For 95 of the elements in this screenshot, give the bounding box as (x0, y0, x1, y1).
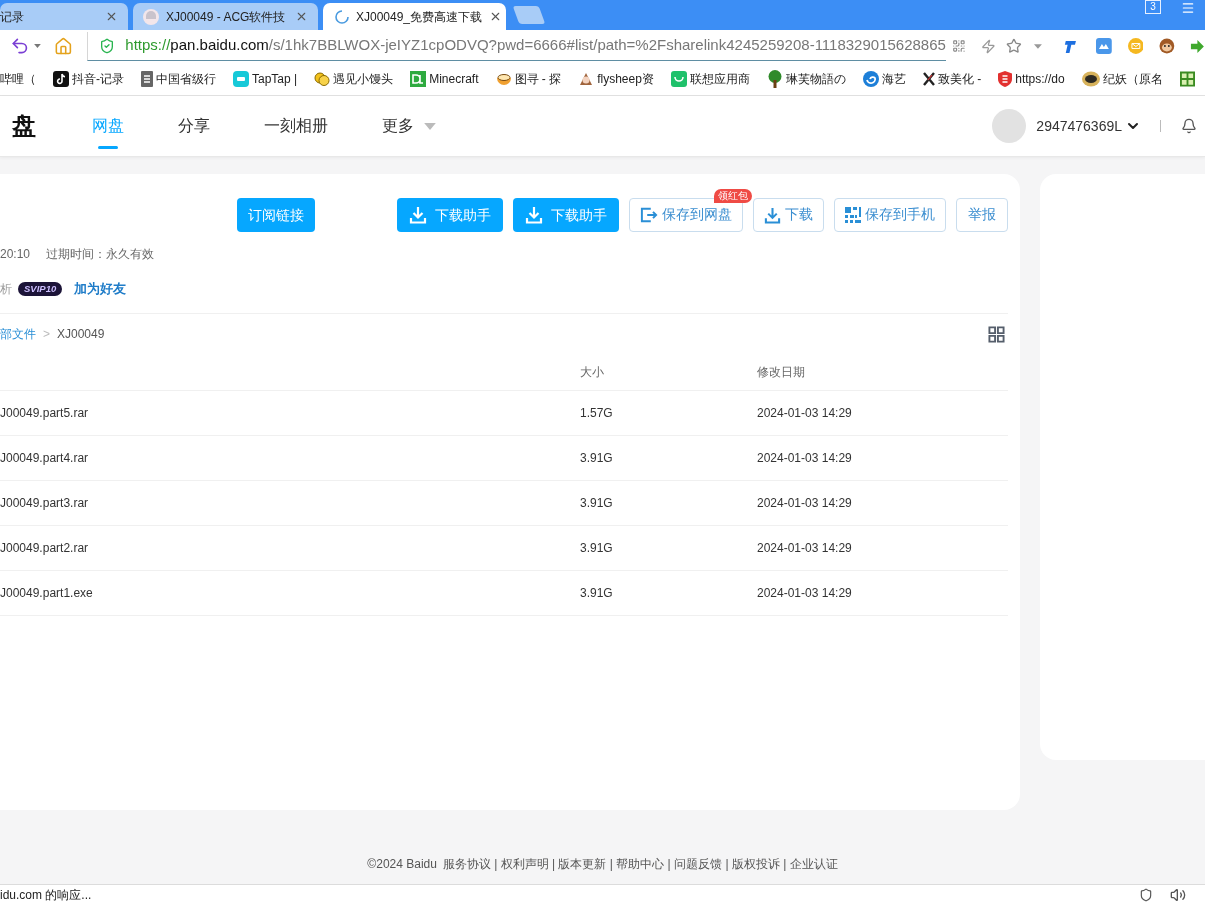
close-icon (105, 10, 118, 23)
round-logo-icon (1081, 70, 1100, 87)
bookmark-link[interactable]: 抖音-记录 (53, 69, 124, 88)
modified-date: 2024-01-03 14:29 (757, 405, 852, 422)
close-icon (295, 10, 308, 23)
bookmark-link[interactable]: 琳芙物語の (766, 69, 846, 88)
bookmark-link[interactable]: https://do (998, 69, 1065, 88)
qr-code-icon (845, 207, 861, 223)
export-icon (640, 207, 658, 223)
caret-icon (33, 44, 41, 48)
document-icon (141, 70, 153, 87)
qr-code-icon[interactable] (951, 39, 966, 53)
grid-view-icon[interactable] (988, 325, 1005, 343)
action-button[interactable]: 下载 (753, 198, 824, 232)
action-button[interactable]: 保存到手机 (834, 198, 946, 232)
bowl-icon (495, 71, 512, 86)
undo-icon[interactable] (10, 36, 30, 56)
file-size: 1.57G (580, 405, 614, 422)
vip-badge: SVIP10 (18, 282, 63, 296)
lightning-icon[interactable] (980, 38, 996, 54)
breadcrumb-separator: > (43, 326, 50, 343)
bookmark-link[interactable]: flysheep资 (578, 69, 654, 88)
column-header[interactable]: 修改日期 (757, 363, 805, 381)
username[interactable]: 2947476369L (1036, 115, 1122, 137)
nav-tab[interactable]: 分享 (178, 95, 210, 157)
modified-date: 2024-01-03 14:29 (757, 540, 852, 557)
download-icon (764, 206, 781, 224)
bookmark-link[interactable]: 哔哩（ (0, 69, 36, 88)
bookmark-link[interactable]: 海艺 (862, 69, 906, 88)
bookmark-link[interactable]: TapTap | (233, 69, 298, 88)
file-name[interactable]: J00049.part2.rar (0, 539, 580, 557)
grid-icon[interactable] (1179, 70, 1195, 87)
action-button[interactable]: 举报 (956, 198, 1008, 232)
coins-icon (314, 71, 331, 86)
tree-icon (766, 69, 783, 88)
new-tab-button[interactable] (512, 6, 546, 24)
breadcrumb-link[interactable]: 部文件 (0, 325, 36, 343)
status-text: idu.com 的响应... (0, 886, 92, 904)
app-tile-icon (233, 70, 249, 87)
menu-icon[interactable] (1180, 1, 1196, 15)
speaker-icon[interactable] (1170, 886, 1186, 903)
promo-badge: 领红包 (714, 189, 752, 203)
caret-icon (1034, 43, 1043, 49)
monkey-face-icon[interactable] (1159, 38, 1176, 54)
bookmark-link[interactable]: Minecraft (410, 69, 479, 88)
file-size: 3.91G (580, 495, 614, 512)
square-logo-icon (410, 70, 427, 87)
bookmark-link[interactable]: 纪妖（原名 (1081, 69, 1163, 88)
file-name[interactable]: J00049.part5.rar (0, 404, 580, 422)
site-logo[interactable]: 盘 (12, 108, 36, 144)
shield-icon[interactable] (1139, 887, 1153, 902)
browser-tab[interactable]: XJ00049_免费高速下载 (323, 3, 506, 30)
bookmark-link[interactable]: 遇见小馒头 (314, 69, 394, 88)
file-name[interactable]: J00049.part3.rar (0, 494, 580, 512)
sharer-name: 析 (0, 281, 12, 298)
bookmark-link[interactable]: 联想应用商 (670, 69, 750, 88)
shield-check-icon (99, 37, 116, 54)
star-icon[interactable] (1006, 38, 1023, 54)
home-icon[interactable] (53, 36, 73, 56)
file-name[interactable]: J00049.part1.exe (0, 584, 580, 602)
browser-tab[interactable]: XJ00049 - ACG软件技 (133, 3, 318, 30)
shield-icon (998, 70, 1013, 87)
file-size: 3.91G (580, 450, 614, 467)
browser-tab[interactable]: 记录 (0, 3, 128, 30)
cross-icon (922, 71, 935, 86)
url-text: https://pan.baidu.com/s/1hk7BBLWOX-jeIYZ1cpODVQ?pwd=6666#list/path=%2Fsharelink4245259208-1118329015628865 (125, 35, 946, 56)
breadcrumb-current: XJ00049 (57, 326, 105, 343)
file-size: 3.91G (580, 585, 614, 602)
bookmark-link[interactable]: 中国省级行 (141, 69, 216, 88)
mail-icon[interactable] (1127, 38, 1144, 54)
app-icon[interactable] (1063, 38, 1078, 54)
bookmark-link[interactable]: 致美化 - (922, 69, 982, 88)
add-friend-link[interactable]: 加为好友 (74, 279, 127, 299)
file-name[interactable]: J00049.part4.rar (0, 449, 580, 467)
share-time: 20:10 (0, 246, 31, 263)
file-size: 3.91G (580, 540, 614, 557)
music-note-icon (53, 70, 69, 87)
cloud-tile-icon[interactable] (1095, 38, 1112, 54)
arrow-right-icon[interactable] (1190, 38, 1205, 54)
download-icon (409, 206, 427, 224)
copyright-text: ©2024 Baidu (367, 856, 437, 873)
modified-date: 2024-01-03 14:29 (757, 585, 852, 602)
nav-tab[interactable]: 更多 (382, 95, 436, 157)
footer-links[interactable]: 服务协议 | 权利声明 | 版本更新 | 帮助中心 | 问题反馈 | 版权投诉 | 企业认证 (442, 855, 838, 873)
modified-date: 2024-01-03 14:29 (757, 450, 852, 467)
bell-icon[interactable] (1181, 118, 1197, 134)
nav-tab[interactable]: 一刻相册 (264, 95, 328, 157)
active-underline (98, 145, 118, 149)
expiry-text: 过期时间：永久有效 (46, 246, 155, 263)
bookmark-link[interactable]: 图寻 - 探 (495, 69, 562, 88)
modified-date: 2024-01-03 14:29 (757, 495, 852, 512)
column-header[interactable]: 大小 (580, 363, 757, 381)
swirl-icon (862, 70, 879, 87)
download-icon (525, 206, 543, 224)
bag-icon (670, 70, 687, 87)
